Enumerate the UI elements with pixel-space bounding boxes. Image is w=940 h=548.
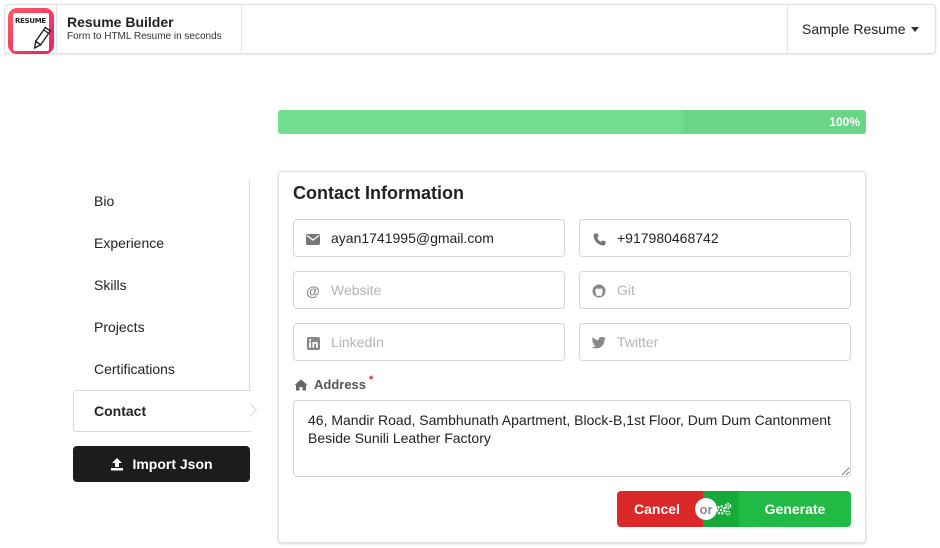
at-icon: @ bbox=[306, 283, 320, 299]
required-asterisk: * bbox=[369, 373, 374, 386]
github-icon bbox=[591, 283, 607, 299]
generate-button[interactable]: Generate bbox=[703, 491, 851, 527]
header-divider bbox=[241, 5, 242, 53]
progress-bar: 100% bbox=[278, 110, 866, 134]
menu-item-projects[interactable]: Projects bbox=[73, 306, 250, 348]
address-label-text: Address bbox=[314, 377, 367, 392]
menu-item-certifications[interactable]: Certifications bbox=[73, 348, 250, 390]
cancel-label: Cancel bbox=[634, 501, 680, 517]
phone-input[interactable] bbox=[617, 220, 845, 256]
progress-label: 100% bbox=[829, 115, 860, 129]
phone-icon bbox=[591, 231, 607, 247]
twitter-icon bbox=[591, 335, 607, 351]
logo-container: RESUME bbox=[5, 5, 57, 54]
menu-item-skills[interactable]: Skills bbox=[73, 264, 250, 306]
website-field[interactable]: @ bbox=[293, 271, 565, 309]
linkedin-icon bbox=[305, 335, 321, 351]
progress-fill bbox=[278, 110, 866, 134]
phone-field[interactable] bbox=[579, 219, 851, 257]
or-divider: or bbox=[695, 498, 717, 520]
app-header: RESUME Resume Builder Form to HTML Resum… bbox=[4, 4, 936, 54]
cancel-button[interactable]: Cancel bbox=[617, 491, 703, 527]
twitter-field[interactable] bbox=[579, 323, 851, 361]
import-json-label: Import Json bbox=[132, 456, 213, 472]
pencil-icon bbox=[33, 26, 52, 50]
website-input[interactable] bbox=[331, 272, 559, 308]
app-logo[interactable]: RESUME bbox=[8, 8, 54, 54]
import-json-button[interactable]: Import Json bbox=[73, 446, 250, 482]
upload-icon bbox=[111, 458, 124, 471]
menu-item-contact[interactable]: Contact bbox=[73, 390, 251, 432]
logo-text: RESUME bbox=[15, 17, 46, 25]
address-textarea[interactable] bbox=[293, 400, 851, 477]
sample-resume-label: Sample Resume bbox=[802, 21, 906, 37]
envelope-icon bbox=[305, 231, 321, 247]
git-input[interactable] bbox=[617, 272, 845, 308]
brand: Resume Builder Form to HTML Resume in se… bbox=[67, 13, 222, 43]
home-icon bbox=[294, 379, 308, 390]
twitter-input[interactable] bbox=[617, 324, 845, 360]
contact-form-card: Contact Information @ bbox=[278, 171, 866, 543]
sample-resume-dropdown[interactable]: Sample Resume bbox=[787, 5, 935, 53]
address-label: Address * bbox=[294, 373, 374, 392]
linkedin-input[interactable] bbox=[331, 324, 559, 360]
caret-down-icon bbox=[911, 27, 919, 32]
menu-item-bio[interactable]: Bio bbox=[73, 180, 250, 222]
form-title: Contact Information bbox=[293, 183, 464, 203]
git-field[interactable] bbox=[579, 271, 851, 309]
menu-item-experience[interactable]: Experience bbox=[73, 222, 250, 264]
email-field[interactable] bbox=[293, 219, 565, 257]
linkedin-field[interactable] bbox=[293, 323, 565, 361]
app-subtitle: Form to HTML Resume in seconds bbox=[67, 31, 222, 42]
generate-label: Generate bbox=[764, 501, 826, 517]
app-title: Resume Builder bbox=[67, 14, 174, 30]
section-menu: Bio Experience Skills Projects Certifica… bbox=[73, 180, 251, 432]
email-input[interactable] bbox=[331, 220, 559, 256]
